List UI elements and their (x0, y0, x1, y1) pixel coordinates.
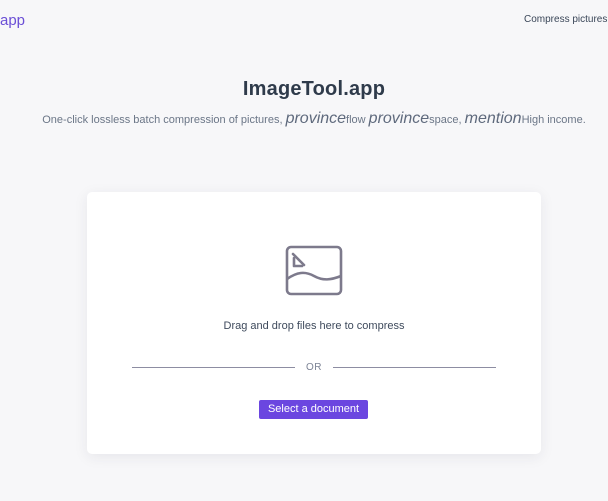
nav-logo[interactable]: app (0, 12, 25, 29)
divider-right (333, 367, 496, 368)
subtitle-emphasis-2: province (368, 110, 430, 127)
page: app Compress pictures o ImageTool.app On… (0, 0, 608, 501)
image-upload-icon (285, 245, 343, 296)
subtitle-emphasis-1: province (285, 110, 347, 127)
subtitle-emphasis-3: mention (464, 110, 522, 127)
page-subtitle: One-click lossless batch compression of … (0, 110, 608, 128)
select-document-button[interactable]: Select a document (259, 400, 368, 419)
upload-dropzone[interactable]: Drag and drop files here to compress OR … (87, 192, 541, 454)
subtitle-text-2: flow (346, 114, 366, 126)
dropzone-instruction: Drag and drop files here to compress (223, 320, 405, 332)
page-title: ImageTool.app (242, 78, 386, 100)
subtitle-text-1: One-click lossless batch compression of … (42, 114, 283, 126)
subtitle-text-4: High income. (521, 114, 586, 126)
subtitle-text-3: space, (429, 114, 462, 126)
nav-link-compress-pictures[interactable]: Compress pictures o (524, 14, 608, 25)
